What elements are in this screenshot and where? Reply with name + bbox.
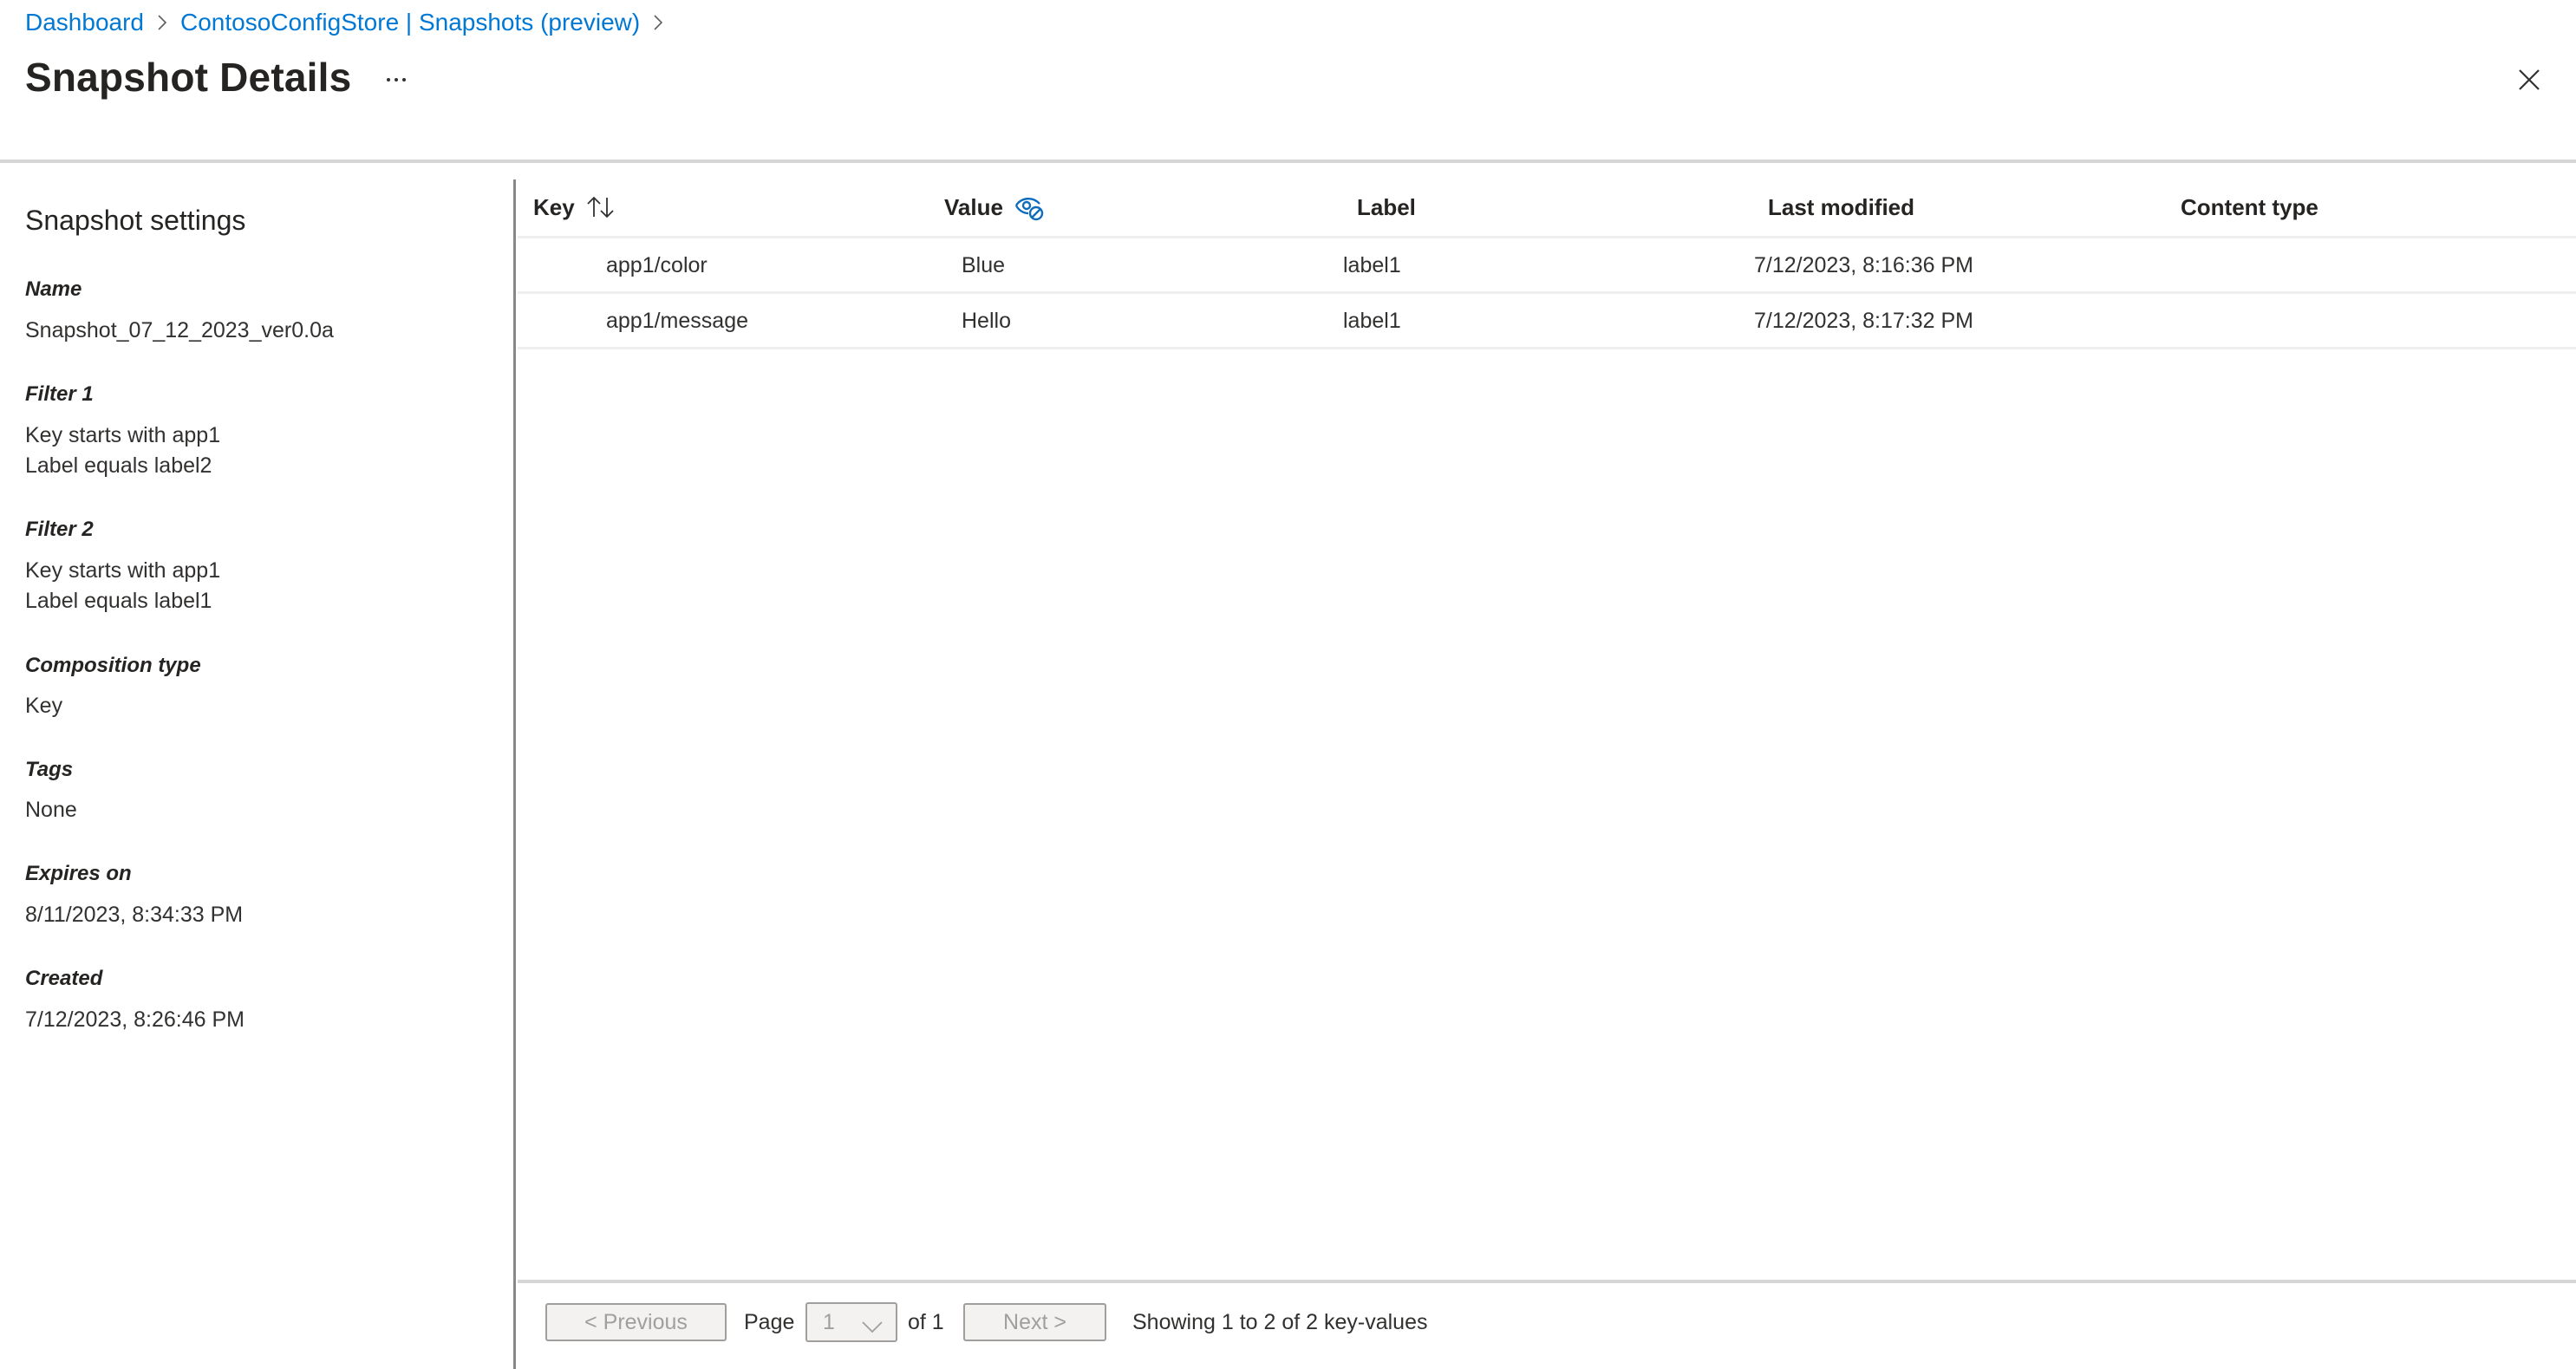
cell-last-modified: 7/12/2023, 8:17:32 PM xyxy=(1754,309,1973,333)
table-row[interactable]: app1/message Hello label1 7/12/2023, 8:1… xyxy=(518,294,2576,348)
page-count: of 1 xyxy=(908,1310,944,1334)
field-value-name: Snapshot_07_12_2023_ver0.0a xyxy=(25,318,334,342)
field-label-name: Name xyxy=(25,277,82,301)
sort-icon[interactable] xyxy=(585,194,616,220)
more-options-button[interactable] xyxy=(380,68,413,92)
cell-label: label1 xyxy=(1343,253,1401,277)
snapshot-settings-heading: Snapshot settings xyxy=(25,205,246,236)
breadcrumb-snapshots-link[interactable]: ContosoConfigStore | Snapshots (preview) xyxy=(180,9,640,36)
row-separator xyxy=(518,347,2576,349)
table-row[interactable]: app1/color Blue label1 7/12/2023, 8:16:3… xyxy=(518,238,2576,292)
close-icon xyxy=(2519,69,2540,90)
page-title: Snapshot Details xyxy=(25,55,352,100)
chevron-right-icon xyxy=(652,12,664,33)
page-select[interactable]: 1 xyxy=(805,1302,897,1342)
ellipsis-icon xyxy=(387,78,390,81)
breadcrumb-dashboard-link[interactable]: Dashboard xyxy=(25,9,144,36)
column-header-key-label: Key xyxy=(533,193,575,220)
chevron-down-icon xyxy=(861,1315,884,1340)
results-summary: Showing 1 to 2 of 2 key-values xyxy=(1132,1310,1428,1334)
field-label-expires-on: Expires on xyxy=(25,862,132,885)
close-button[interactable] xyxy=(2510,61,2548,99)
field-value-created: 7/12/2023, 8:26:46 PM xyxy=(25,1007,245,1032)
column-header-value[interactable]: Value xyxy=(944,192,1045,222)
cell-value: Hello xyxy=(962,309,1011,333)
field-value-composition-type: Key xyxy=(25,694,63,718)
field-label-composition-type: Composition type xyxy=(25,654,201,677)
field-label-tags: Tags xyxy=(25,758,74,781)
field-label-created: Created xyxy=(25,967,103,990)
cell-key: app1/color xyxy=(606,253,708,277)
footer-divider xyxy=(518,1280,2576,1283)
breadcrumb: Dashboard ContosoConfigStore | Snapshots… xyxy=(25,5,676,40)
page-select-value: 1 xyxy=(823,1309,835,1334)
column-header-key[interactable]: Key xyxy=(533,192,616,222)
cell-key: app1/message xyxy=(606,309,749,333)
field-value-tags: None xyxy=(25,798,77,822)
field-value-expires-on: 8/11/2023, 8:34:33 PM xyxy=(25,903,244,927)
chevron-right-icon xyxy=(156,12,168,33)
field-label-filter-2: Filter 2 xyxy=(25,518,94,541)
column-header-label[interactable]: Label xyxy=(1357,192,1416,222)
next-page-button[interactable]: Next > xyxy=(963,1303,1106,1341)
column-header-last-modified[interactable]: Last modified xyxy=(1768,192,1914,222)
page-label: Page xyxy=(744,1310,795,1334)
field-value-filter-2-key: Key starts with app1 xyxy=(25,558,221,583)
header-divider xyxy=(0,160,2576,163)
eye-hidden-icon[interactable] xyxy=(1014,193,1045,221)
cell-value: Blue xyxy=(962,253,1006,277)
pane-divider xyxy=(513,179,516,1369)
field-value-filter-1-label: Label equals label2 xyxy=(25,453,212,478)
field-value-filter-2-label: Label equals label1 xyxy=(25,589,212,613)
column-header-content-type[interactable]: Content type xyxy=(2181,192,2318,222)
cell-last-modified: 7/12/2023, 8:16:36 PM xyxy=(1754,253,1973,277)
field-value-filter-1-key: Key starts with app1 xyxy=(25,423,221,447)
previous-page-button[interactable]: < Previous xyxy=(545,1303,727,1341)
cell-label: label1 xyxy=(1343,309,1401,333)
column-header-value-label: Value xyxy=(944,193,1003,220)
field-label-filter-1: Filter 1 xyxy=(25,382,94,406)
